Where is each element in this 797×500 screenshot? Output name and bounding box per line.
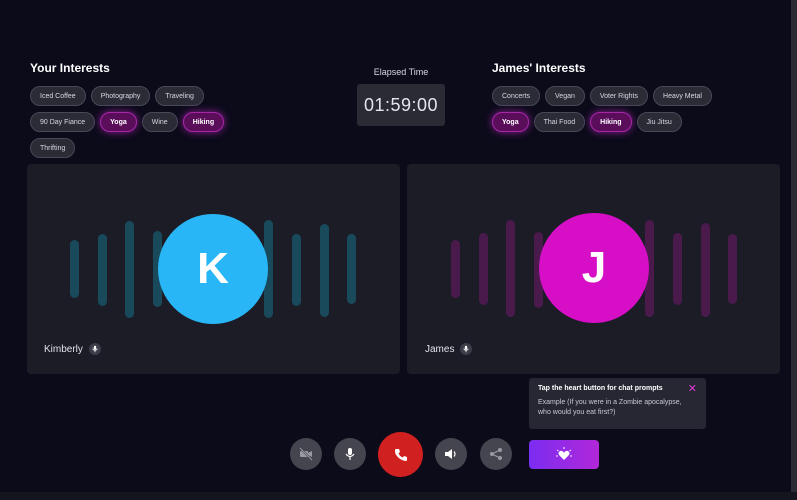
participant-name-tag: James — [425, 343, 473, 355]
microphone-toggle-button[interactable] — [334, 438, 366, 470]
participant-name: Kimberly — [44, 343, 83, 355]
chat-prompt-tooltip: Tap the heart button for chat prompts Ex… — [529, 378, 706, 429]
avatar: J — [539, 213, 649, 323]
phone-icon — [394, 448, 407, 461]
interest-chip-shared: Hiking — [590, 112, 632, 132]
audio-bar — [479, 233, 488, 305]
interest-chip: Thrifting — [30, 138, 76, 158]
interest-chip-shared: Yoga — [100, 112, 137, 132]
participant-name: James — [425, 343, 455, 355]
interest-chip: Wine — [141, 112, 178, 132]
interest-chip-shared: Hiking — [182, 112, 225, 132]
interest-chip: Heavy Metal — [653, 86, 712, 106]
interest-chip: Photography — [90, 86, 151, 106]
elapsed-time-label: Elapsed Time — [373, 67, 429, 77]
audio-bar — [673, 233, 682, 305]
camera-toggle-button[interactable] — [290, 438, 322, 470]
audio-bar — [320, 224, 329, 317]
interest-chip: Vegan — [545, 86, 585, 106]
tooltip-body: Example (If you were in a Zombie apocaly… — [538, 399, 682, 416]
audio-bar — [451, 240, 460, 298]
window-bottom-edge — [0, 492, 797, 500]
participant-name-tag: Kimberly — [44, 343, 101, 355]
your-interests-title: Your Interests — [30, 61, 110, 75]
remote-video-panel: J James — [407, 164, 780, 374]
microphone-icon — [460, 343, 473, 355]
local-video-panel: K Kimberly — [27, 164, 400, 374]
share-icon — [490, 448, 502, 460]
interest-chip-shared: Yoga — [492, 112, 529, 132]
audio-bar — [728, 234, 737, 304]
audio-bar — [125, 221, 134, 318]
audio-bar — [347, 234, 356, 304]
elapsed-time-display: 01:59:00 — [357, 84, 445, 126]
end-call-button[interactable] — [378, 432, 423, 477]
speaker-toggle-button[interactable] — [435, 438, 467, 470]
interest-chip: Traveling — [155, 86, 204, 106]
window-edge — [791, 0, 797, 500]
speaker-icon — [445, 449, 456, 459]
interest-chip: 90 Day Fiance — [30, 112, 96, 132]
heart-icon — [556, 446, 572, 460]
audio-bar — [292, 234, 301, 306]
close-icon[interactable]: ✕ — [688, 384, 697, 395]
your-interests-chips: Iced Coffee Photography Traveling 90 Day… — [30, 86, 270, 158]
audio-bar — [70, 240, 79, 298]
video-off-icon — [299, 447, 313, 461]
audio-bar — [98, 234, 107, 306]
interest-chip: Concerts — [492, 86, 541, 106]
chat-prompt-button[interactable] — [529, 440, 599, 469]
microphone-icon — [88, 343, 101, 355]
audio-bar — [506, 220, 515, 317]
microphone-icon — [345, 448, 355, 460]
interest-chip: Jiu Jitsu — [636, 112, 682, 132]
interest-chip: Iced Coffee — [30, 86, 86, 106]
interest-chip: Thai Food — [533, 112, 586, 132]
james-interests-chips: Concerts Vegan Voter Rights Heavy Metal … — [492, 86, 742, 132]
share-button[interactable] — [480, 438, 512, 470]
audio-bar — [701, 223, 710, 317]
avatar: K — [158, 214, 268, 324]
interest-chip: Voter Rights — [589, 86, 649, 106]
tooltip-title: Tap the heart button for chat prompts — [538, 385, 663, 392]
james-interests-title: James' Interests — [492, 61, 586, 75]
